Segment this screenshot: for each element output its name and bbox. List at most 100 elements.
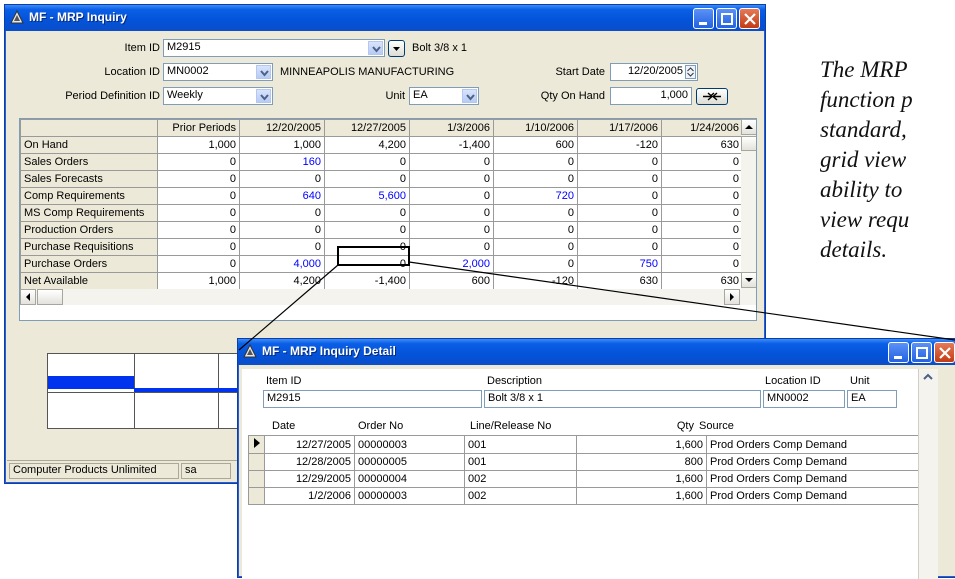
grid-cell[interactable]: 0 (661, 153, 743, 171)
start-date-input[interactable]: 12/20/2005 (610, 63, 698, 81)
detail-row[interactable]: 12/29/2005 00000004 002 1,600 Prod Orders Co… (248, 470, 938, 488)
grid-cell[interactable]: 0 (157, 187, 240, 205)
grid-cell[interactable]: -1,400 (409, 136, 494, 154)
grid-cell[interactable]: 630 (577, 272, 662, 290)
detail-cell-source[interactable]: Prod Orders Comp Demand (706, 487, 929, 505)
grid-cell[interactable]: 0 (409, 170, 494, 188)
grid-cell[interactable]: 0 (409, 153, 494, 171)
grid-cell[interactable]: 0 (661, 204, 743, 222)
detail-cell-order-no[interactable]: 00000005 (354, 453, 465, 471)
detail-cell-date[interactable]: 12/27/2005 (264, 435, 355, 454)
detail-row[interactable]: 12/27/2005 00000003 001 1,600 Prod Orders Co… (248, 435, 938, 454)
grid-cell[interactable]: 0 (661, 221, 743, 239)
grid-column-header[interactable]: Prior Periods (157, 119, 240, 137)
minimize-button[interactable] (888, 342, 909, 363)
grid-cell[interactable]: 0 (493, 255, 578, 273)
scroll-thumb[interactable] (741, 136, 756, 151)
row-selector[interactable] (248, 453, 265, 471)
grid-cell[interactable]: -1,400 (324, 272, 410, 290)
close-button[interactable] (739, 8, 760, 29)
grid-cell[interactable]: 0 (409, 204, 494, 222)
detail-cell-qty[interactable]: 800 (576, 453, 707, 471)
grid-cell[interactable]: 4,000 (239, 255, 325, 273)
grid-cell[interactable]: 0 (493, 153, 578, 171)
detail-cell-date[interactable]: 12/28/2005 (264, 453, 355, 471)
grid-cell[interactable]: 0 (493, 221, 578, 239)
grid-cell[interactable]: 0 (577, 221, 662, 239)
minimize-button[interactable] (693, 8, 714, 29)
scroll-down-button[interactable] (741, 272, 756, 288)
grid-cell[interactable]: 0 (577, 153, 662, 171)
grid-cell[interactable]: 0 (239, 238, 325, 256)
grid-cell[interactable]: 0 (661, 238, 743, 256)
grid-cell[interactable]: 630 (661, 136, 743, 154)
grid-cell[interactable]: 4,200 (239, 272, 325, 290)
grid-cell[interactable]: 0 (239, 204, 325, 222)
grid-cell[interactable]: 0 (324, 255, 410, 273)
grid-cell[interactable]: 160 (239, 153, 325, 171)
grid-column-header[interactable]: 1/24/2006 (661, 119, 743, 137)
detail-cell-order-no[interactable]: 00000003 (354, 487, 465, 505)
grid-cell[interactable]: 0 (661, 170, 743, 188)
grid-cell[interactable]: 0 (661, 255, 743, 273)
maximize-button[interactable] (911, 342, 932, 363)
grid-cell[interactable]: -120 (577, 136, 662, 154)
grid-column-header[interactable]: 1/3/2006 (409, 119, 494, 137)
detail-cell-qty[interactable]: 1,600 (576, 470, 707, 488)
detail-cell-line[interactable]: 001 (464, 435, 577, 454)
grid-cell[interactable]: 0 (661, 187, 743, 205)
detail-cell-order-no[interactable]: 00000004 (354, 470, 465, 488)
title-bar[interactable]: MF - MRP Inquiry (5, 5, 765, 31)
detail-cell-date[interactable]: 1/2/2006 (264, 487, 355, 505)
scroll-left-button[interactable] (20, 289, 36, 305)
date-spinner[interactable] (685, 65, 696, 79)
grid-cell[interactable]: 630 (661, 272, 743, 290)
grid-cell[interactable]: 1,000 (239, 136, 325, 154)
grid-cell[interactable]: 0 (493, 170, 578, 188)
row-pointer-icon[interactable] (248, 435, 265, 454)
grid-cell[interactable]: 0 (157, 204, 240, 222)
grid-cell[interactable]: 0 (157, 170, 240, 188)
grid-column-header[interactable]: 12/27/2005 (324, 119, 410, 137)
grid-cell[interactable]: 0 (157, 221, 240, 239)
dropdown-icon[interactable] (462, 89, 477, 103)
grid-cell[interactable]: 0 (157, 153, 240, 171)
grid-cell[interactable]: 5,600 (324, 187, 410, 205)
grid-column-header[interactable]: 1/17/2006 (577, 119, 662, 137)
detail-cell-qty[interactable]: 1,600 (576, 487, 707, 505)
detail-vscrollbar[interactable] (918, 369, 938, 579)
mrp-grid-vscrollbar[interactable] (741, 119, 756, 305)
period-definition-select[interactable]: Weekly (163, 87, 273, 105)
item-id-input[interactable]: M2915 (163, 39, 385, 57)
detail-row[interactable]: 1/2/2006 00000003 002 1,600 Prod Orders Comp… (248, 487, 938, 505)
detail-cell-source[interactable]: Prod Orders Comp Demand (706, 435, 929, 454)
close-button[interactable] (934, 342, 955, 363)
grid-cell[interactable]: 0 (577, 187, 662, 205)
grid-cell[interactable]: 0 (239, 221, 325, 239)
grid-cell[interactable]: 720 (493, 187, 578, 205)
maximize-button[interactable] (716, 8, 737, 29)
grid-cell[interactable]: 0 (409, 238, 494, 256)
grid-cell[interactable]: -120 (493, 272, 578, 290)
detail-cell-qty[interactable]: 1,600 (576, 435, 707, 454)
grid-cell[interactable]: 0 (577, 204, 662, 222)
grid-cell[interactable]: 0 (493, 204, 578, 222)
grid-cell[interactable]: 600 (409, 272, 494, 290)
row-selector[interactable] (248, 470, 265, 488)
go-button[interactable] (696, 88, 728, 105)
grid-cell[interactable]: 0 (409, 187, 494, 205)
grid-cell[interactable]: 0 (157, 238, 240, 256)
chevron-up-icon[interactable] (919, 369, 937, 385)
grid-cell[interactable]: 1,000 (157, 272, 240, 290)
dropdown-icon[interactable] (368, 41, 383, 55)
grid-cell[interactable]: 0 (409, 221, 494, 239)
mrp-grid-hscrollbar[interactable] (20, 289, 741, 305)
item-lookup-button[interactable] (388, 40, 405, 57)
unit-select[interactable]: EA (409, 87, 479, 105)
grid-cell[interactable]: 0 (577, 170, 662, 188)
grid-cell[interactable]: 2,000 (409, 255, 494, 273)
grid-cell[interactable]: 1,000 (157, 136, 240, 154)
grid-cell[interactable]: 0 (324, 153, 410, 171)
location-id-input[interactable]: MN0002 (163, 63, 273, 81)
dropdown-icon[interactable] (256, 65, 271, 79)
